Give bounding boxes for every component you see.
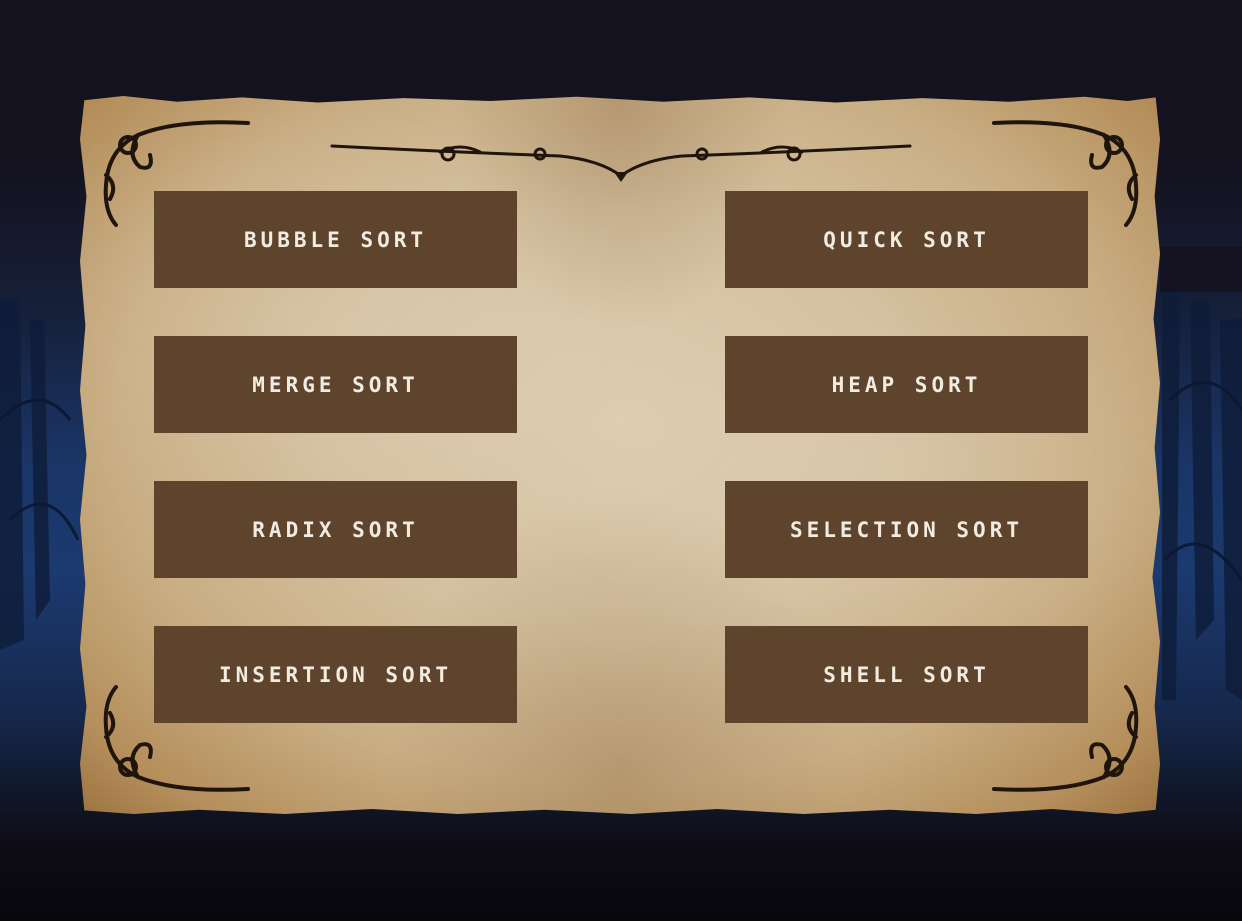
game-scene: BUBBLE SORT QUICK SORT MERGE SORT HEAP S… [0, 0, 1242, 921]
heap-sort-button[interactable]: HEAP SORT [725, 336, 1088, 433]
insertion-sort-button[interactable]: INSERTION SORT [154, 626, 517, 723]
quick-sort-button[interactable]: QUICK SORT [725, 191, 1088, 288]
shell-sort-button[interactable]: SHELL SORT [725, 626, 1088, 723]
bubble-sort-button[interactable]: BUBBLE SORT [154, 191, 517, 288]
merge-sort-button[interactable]: MERGE SORT [154, 336, 517, 433]
scroll-divider-icon [330, 144, 912, 182]
selection-sort-button[interactable]: SELECTION SORT [725, 481, 1088, 578]
radix-sort-button[interactable]: RADIX SORT [154, 481, 517, 578]
